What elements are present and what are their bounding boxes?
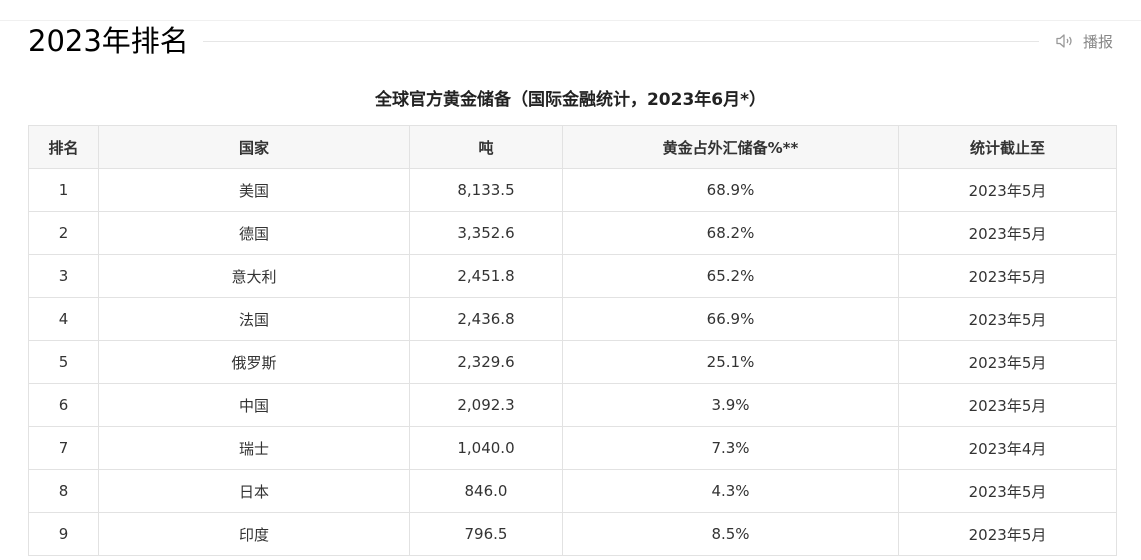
tonnes-cell: 2,436.8: [409, 297, 563, 341]
table-row: 6 中国 2,092.3 3.9% 2023年5月: [28, 383, 1117, 427]
as-of-cell: 2023年5月: [898, 168, 1117, 212]
tonnes-cell: 796.5: [409, 512, 563, 556]
country-cell: 瑞士: [98, 426, 410, 470]
rank-cell: 4: [28, 297, 99, 341]
rank-cell: 9: [28, 512, 99, 556]
tonnes-cell: 1,040.0: [409, 426, 563, 470]
table-row: 7 瑞士 1,040.0 7.3% 2023年4月: [28, 426, 1117, 470]
rank-cell: 7: [28, 426, 99, 470]
rank-cell: 8: [28, 469, 99, 513]
reserve-share-cell: 4.3%: [562, 469, 899, 513]
table-row: 4 法国 2,436.8 66.9% 2023年5月: [28, 297, 1117, 341]
country-cell: 法国: [98, 297, 410, 341]
section-header: 2023年排名 播报: [28, 20, 1113, 62]
broadcast-button[interactable]: 播报: [1055, 31, 1113, 52]
table-row: 3 意大利 2,451.8 65.2% 2023年5月: [28, 254, 1117, 298]
gold-reserves-table: 排名 国家 吨 黄金占外汇储备%** 统计截止至 1 美国 8,133.5 68…: [28, 125, 1117, 556]
column-header-country: 国家: [98, 125, 410, 169]
rank-cell: 1: [28, 168, 99, 212]
reserve-share-cell: 3.9%: [562, 383, 899, 427]
as-of-cell: 2023年5月: [898, 211, 1117, 255]
country-cell: 美国: [98, 168, 410, 212]
as-of-cell: 2023年5月: [898, 297, 1117, 341]
tonnes-cell: 3,352.6: [409, 211, 563, 255]
table-row: 1 美国 8,133.5 68.9% 2023年5月: [28, 168, 1117, 212]
section-title: 2023年排名: [28, 24, 189, 58]
table-row: 5 俄罗斯 2,329.6 25.1% 2023年5月: [28, 340, 1117, 384]
reserve-share-cell: 7.3%: [562, 426, 899, 470]
as-of-cell: 2023年5月: [898, 512, 1117, 556]
tonnes-cell: 846.0: [409, 469, 563, 513]
column-header-tonnes: 吨: [409, 125, 563, 169]
table-row: 2 德国 3,352.6 68.2% 2023年5月: [28, 211, 1117, 255]
speaker-icon: [1056, 34, 1072, 48]
tonnes-cell: 2,092.3: [409, 383, 563, 427]
reserve-share-cell: 8.5%: [562, 512, 899, 556]
country-cell: 意大利: [98, 254, 410, 298]
reserve-share-cell: 65.2%: [562, 254, 899, 298]
broadcast-label: 播报: [1082, 32, 1113, 51]
as-of-cell: 2023年5月: [898, 254, 1117, 298]
tonnes-cell: 2,451.8: [409, 254, 563, 298]
column-header-as-of: 统计截止至: [898, 125, 1117, 169]
rank-cell: 5: [28, 340, 99, 384]
table-caption: 全球官方黄金储备（国际金融统计，2023年6月*）: [374, 90, 767, 110]
tonnes-cell: 2,329.6: [409, 340, 563, 384]
as-of-cell: 2023年5月: [898, 469, 1117, 513]
reserve-share-cell: 68.2%: [562, 211, 899, 255]
country-cell: 日本: [98, 469, 410, 513]
as-of-cell: 2023年5月: [898, 383, 1117, 427]
table-header-row: 排名 国家 吨 黄金占外汇储备%** 统计截止至: [28, 125, 1117, 169]
reserve-share-cell: 25.1%: [562, 340, 899, 384]
country-cell: 俄罗斯: [98, 340, 410, 384]
column-header-reserve-share: 黄金占外汇储备%**: [562, 125, 899, 169]
title-divider: [202, 40, 1039, 42]
reserve-share-cell: 68.9%: [562, 168, 899, 212]
country-cell: 印度: [98, 512, 410, 556]
table-row: 8 日本 846.0 4.3% 2023年5月: [28, 469, 1117, 513]
country-cell: 中国: [98, 383, 410, 427]
country-cell: 德国: [98, 211, 410, 255]
column-header-rank: 排名: [28, 125, 99, 169]
tonnes-cell: 8,133.5: [409, 168, 563, 212]
rank-cell: 2: [28, 211, 99, 255]
table-row: 9 印度 796.5 8.5% 2023年5月: [28, 512, 1117, 556]
rank-cell: 6: [28, 383, 99, 427]
rank-cell: 3: [28, 254, 99, 298]
as-of-cell: 2023年4月: [898, 426, 1117, 470]
as-of-cell: 2023年5月: [898, 340, 1117, 384]
reserve-share-cell: 66.9%: [562, 297, 899, 341]
